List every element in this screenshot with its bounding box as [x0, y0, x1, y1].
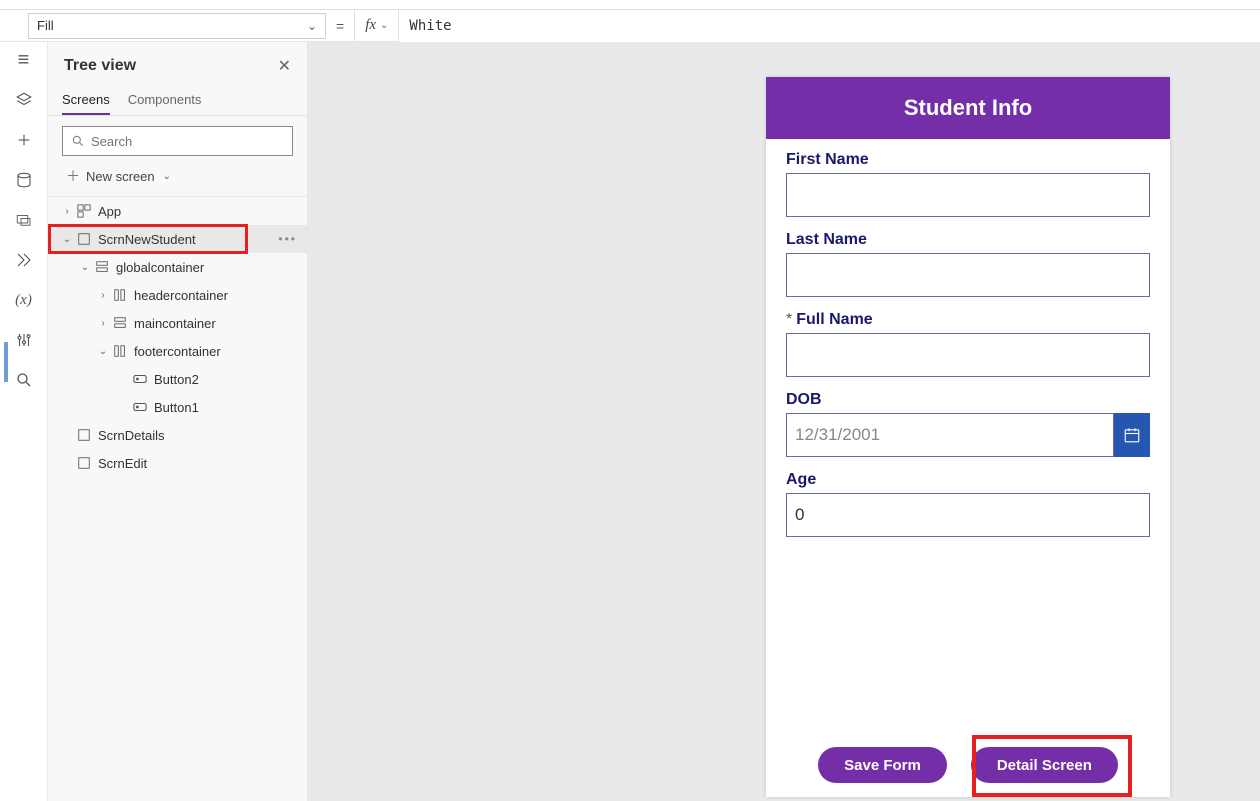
tree-search[interactable] — [62, 126, 293, 156]
tree-label: Button1 — [154, 400, 199, 415]
property-label: Fill — [37, 18, 54, 33]
vcontainer-icon — [112, 315, 128, 331]
tree-label: App — [98, 204, 121, 219]
hamburger-icon[interactable] — [14, 50, 34, 70]
tab-components[interactable]: Components — [128, 86, 202, 115]
label-lastname: Last Name — [786, 231, 1150, 249]
tree-item-footercontainer[interactable]: ⌄ footercontainer — [48, 337, 307, 365]
chevron-down-icon: ⌄ — [78, 262, 92, 273]
power-automate-icon[interactable] — [14, 250, 34, 270]
tree-item-scrnedit[interactable]: ScrnEdit — [48, 449, 307, 477]
app-icon — [76, 203, 92, 219]
calendar-icon — [1123, 426, 1141, 444]
vcontainer-icon — [94, 259, 110, 275]
chevron-right-icon: › — [96, 318, 110, 329]
date-picker-button[interactable] — [1114, 413, 1150, 457]
screen-icon — [76, 455, 92, 471]
search-icon[interactable] — [14, 370, 34, 390]
screen-icon — [76, 427, 92, 443]
data-icon[interactable] — [14, 170, 34, 190]
tree-item-app[interactable]: › App — [48, 197, 307, 225]
label-firstname: First Name — [786, 151, 1150, 169]
label-fullname: Full Name — [796, 311, 872, 329]
property-dropdown[interactable]: Fill ⌄ — [28, 13, 326, 39]
design-canvas[interactable]: Student Info First Name Last Name * Full… — [308, 42, 1260, 801]
button-icon — [132, 399, 148, 415]
tree-label: footercontainer — [134, 344, 221, 359]
label-dob: DOB — [786, 391, 1150, 409]
tree-label: ScrnEdit — [98, 456, 147, 471]
media-icon[interactable] — [14, 210, 34, 230]
chevron-right-icon: › — [96, 290, 110, 301]
variables-icon[interactable]: (x) — [14, 290, 34, 310]
tree-label: ScrnNewStudent — [98, 232, 196, 247]
left-rail: (x) — [0, 42, 48, 801]
more-icon[interactable]: ••• — [278, 232, 297, 246]
hcontainer-icon — [112, 287, 128, 303]
input-lastname[interactable] — [786, 253, 1150, 297]
search-icon — [71, 134, 85, 148]
tree-item-maincontainer[interactable]: › maincontainer — [48, 309, 307, 337]
chevron-down-icon: ⌄ — [96, 346, 110, 357]
tree-view-icon[interactable] — [14, 90, 34, 110]
tree-item-scrndetails[interactable]: ScrnDetails — [48, 421, 307, 449]
input-age[interactable] — [786, 493, 1150, 537]
app-preview: Student Info First Name Last Name * Full… — [766, 77, 1170, 797]
app-header: Student Info — [766, 77, 1170, 139]
input-firstname[interactable] — [786, 173, 1150, 217]
tree-view-title: Tree view — [64, 57, 136, 75]
formula-input[interactable] — [399, 10, 1260, 42]
tree-label: headercontainer — [134, 288, 228, 303]
tree-label: Button2 — [154, 372, 199, 387]
insert-icon[interactable] — [14, 130, 34, 150]
formula-bar: Fill ⌄ = fx ⌄ — [0, 10, 1260, 42]
input-dob[interactable] — [786, 413, 1114, 457]
chevron-down-icon: ⌄ — [163, 171, 171, 182]
tree-item-headercontainer[interactable]: › headercontainer — [48, 281, 307, 309]
advanced-tools-icon[interactable] — [14, 330, 34, 350]
input-fullname[interactable] — [786, 333, 1150, 377]
screen-icon — [76, 231, 92, 247]
hcontainer-icon — [112, 343, 128, 359]
tree-list: › App ⌄ ScrnNewStudent ••• ⌄ globalconta… — [48, 196, 307, 477]
form-body: First Name Last Name * Full Name DOB — [766, 139, 1170, 733]
equals-label: = — [326, 18, 354, 34]
scroll-indicator — [4, 342, 8, 382]
search-input[interactable] — [91, 134, 284, 149]
new-screen-label: New screen — [86, 169, 155, 184]
chevron-down-icon: ⌄ — [307, 19, 317, 33]
tree-label: globalcontainer — [116, 260, 204, 275]
tree-view-panel: Tree view ✕ Screens Components ＋ New scr… — [48, 42, 308, 801]
plus-icon: ＋ — [66, 166, 80, 186]
label-age: Age — [786, 471, 1150, 489]
chevron-down-icon: ⌄ — [60, 234, 74, 245]
tree-item-button1[interactable]: Button1 — [48, 393, 307, 421]
detail-screen-button[interactable]: Detail Screen — [971, 747, 1118, 783]
tree-item-scrnnewstudent[interactable]: ⌄ ScrnNewStudent ••• — [48, 225, 307, 253]
new-screen-button[interactable]: ＋ New screen ⌄ — [48, 162, 307, 196]
tree-item-globalcontainer[interactable]: ⌄ globalcontainer — [48, 253, 307, 281]
close-icon[interactable]: ✕ — [278, 56, 291, 76]
button-icon — [132, 371, 148, 387]
chevron-down-icon: ⌄ — [380, 20, 388, 31]
chevron-right-icon: › — [60, 206, 74, 217]
header-title: Student Info — [904, 95, 1032, 121]
tree-label: ScrnDetails — [98, 428, 164, 443]
tree-label: maincontainer — [134, 316, 216, 331]
tab-screens[interactable]: Screens — [62, 86, 110, 115]
save-form-button[interactable]: Save Form — [818, 747, 947, 783]
required-star: * — [786, 311, 792, 329]
fx-label: fx — [365, 17, 376, 34]
fx-selector[interactable]: fx ⌄ — [354, 10, 399, 42]
ribbon-placeholder — [0, 0, 1260, 10]
tree-item-button2[interactable]: Button2 — [48, 365, 307, 393]
app-footer: Save Form Detail Screen — [766, 733, 1170, 797]
